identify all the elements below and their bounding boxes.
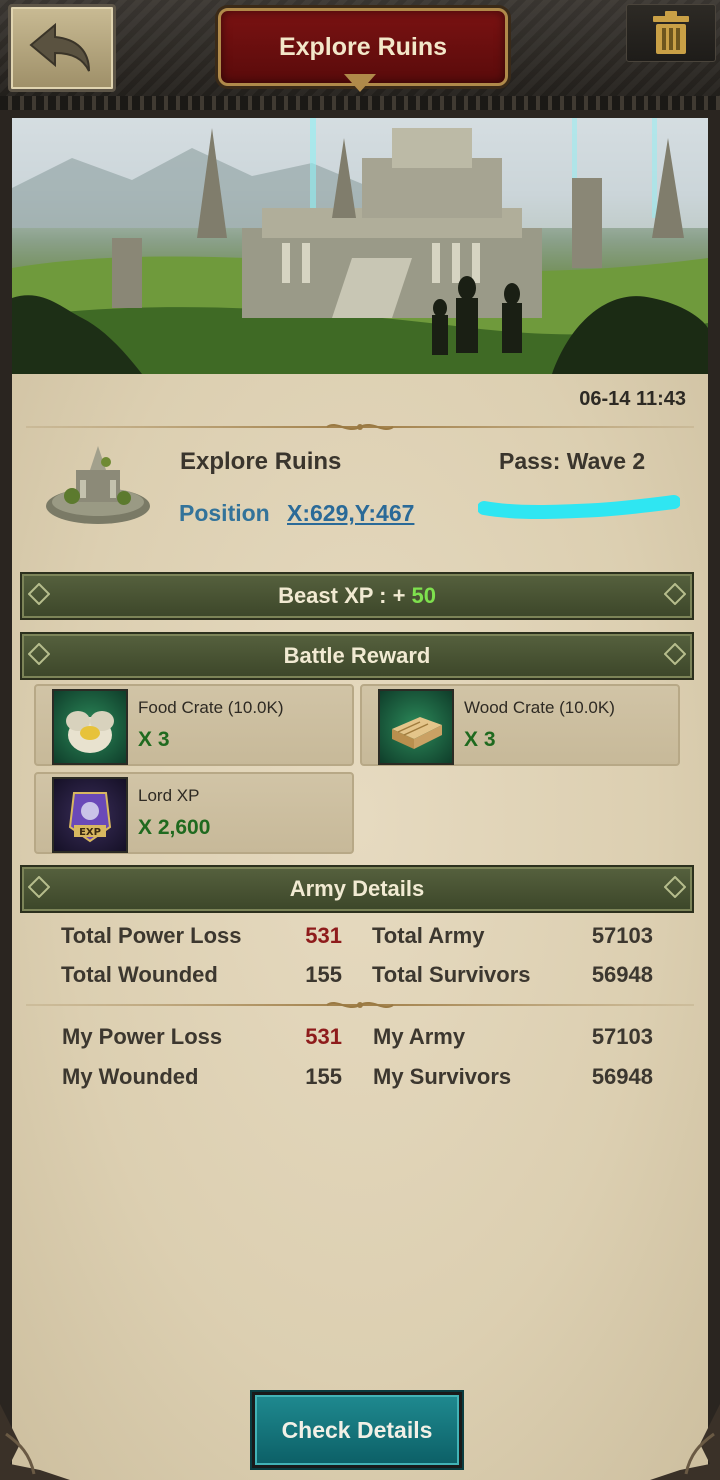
wood-crate-icon — [378, 689, 454, 765]
corner-ornament-icon — [664, 876, 686, 898]
total-power-loss-label: Total Power Loss — [61, 923, 242, 948]
report-title: Explore Ruins — [180, 448, 342, 475]
my-army-value: 57103 — [591, 1024, 653, 1049]
divider-ornament — [312, 420, 408, 434]
my-army-label: My Army — [373, 1024, 466, 1049]
corner-ornament-icon — [28, 876, 50, 898]
total-survivors-value: 56948 — [591, 962, 653, 987]
back-arrow-icon — [29, 22, 90, 72]
total-survivors-label: Total Survivors — [372, 962, 531, 987]
ruins-banner-image — [12, 118, 708, 374]
pass-wave: Pass: Wave 2 — [499, 448, 646, 474]
food-crate-icon — [52, 689, 128, 765]
army-details-title: Army Details — [289, 876, 425, 901]
header-fringe — [0, 96, 720, 110]
reward-item-food-crate[interactable]: Food Crate (10.0K) X 3 — [34, 684, 354, 766]
battle-reward-title: Battle Reward — [283, 643, 431, 668]
reward-quantity: X 2,600 — [138, 816, 211, 839]
page-title: Explore Ruins — [278, 32, 448, 61]
reward-quantity: X 3 — [138, 728, 170, 751]
ruins-icon — [36, 440, 156, 530]
back-button[interactable] — [8, 4, 116, 92]
reward-quantity: X 3 — [464, 728, 496, 751]
trash-icon — [653, 11, 689, 54]
corner-ornament-left — [0, 1404, 70, 1480]
my-power-loss-value: 531 — [305, 1024, 342, 1049]
position-coordinates-link[interactable]: X:629,Y:467 — [287, 500, 414, 527]
beast-xp-value: 50 — [411, 583, 436, 608]
report-panel: 06-14 11:43 Explore Ruins Pass: Wave 2 P… — [0, 374, 720, 1480]
reward-name: Wood Crate (10.0K) — [464, 698, 615, 717]
total-wounded-value: 155 — [305, 962, 342, 987]
ruins-illustration — [12, 118, 708, 374]
total-army-value: 57103 — [591, 923, 653, 948]
my-survivors-label: My Survivors — [373, 1064, 512, 1089]
check-details-button[interactable]: Check Details — [252, 1392, 462, 1468]
my-power-loss-label: My Power Loss — [62, 1024, 223, 1049]
beast-xp-label: Beast XP : + — [278, 583, 406, 608]
corner-ornament-icon — [28, 583, 50, 605]
report-timestamp: 06-14 11:43 — [579, 388, 686, 410]
reward-item-wood-crate[interactable]: Wood Crate (10.0K) X 3 — [360, 684, 680, 766]
corner-ornament-icon — [664, 643, 686, 665]
delete-button[interactable] — [626, 4, 716, 62]
beast-xp-bar: Beast XP : + 50 — [20, 572, 694, 620]
reward-item-lord-xp[interactable]: EXP Lord XP X 2,600 — [34, 772, 354, 854]
army-details-header: Army Details — [20, 865, 694, 913]
battle-reward-header: Battle Reward — [20, 632, 694, 680]
my-survivors-value: 56948 — [591, 1064, 653, 1089]
total-power-loss-value: 531 — [305, 923, 342, 948]
total-wounded-label: Total Wounded — [61, 962, 218, 987]
my-wounded-value: 155 — [305, 1064, 342, 1089]
lord-xp-icon: EXP — [52, 777, 128, 853]
reward-name: Food Crate (10.0K) — [138, 698, 284, 717]
divider-ornament — [312, 998, 408, 1012]
top-bar: Explore Ruins — [0, 0, 720, 103]
svg-text:EXP: EXP — [79, 827, 101, 838]
corner-ornament-icon — [28, 643, 50, 665]
total-army-label: Total Army — [372, 923, 485, 948]
corner-ornament-icon — [664, 583, 686, 605]
position-label: Position — [179, 500, 270, 526]
redaction-scribble — [478, 495, 680, 519]
my-wounded-label: My Wounded — [62, 1064, 199, 1089]
corner-ornament-right — [650, 1404, 720, 1480]
reward-name: Lord XP — [138, 786, 200, 805]
